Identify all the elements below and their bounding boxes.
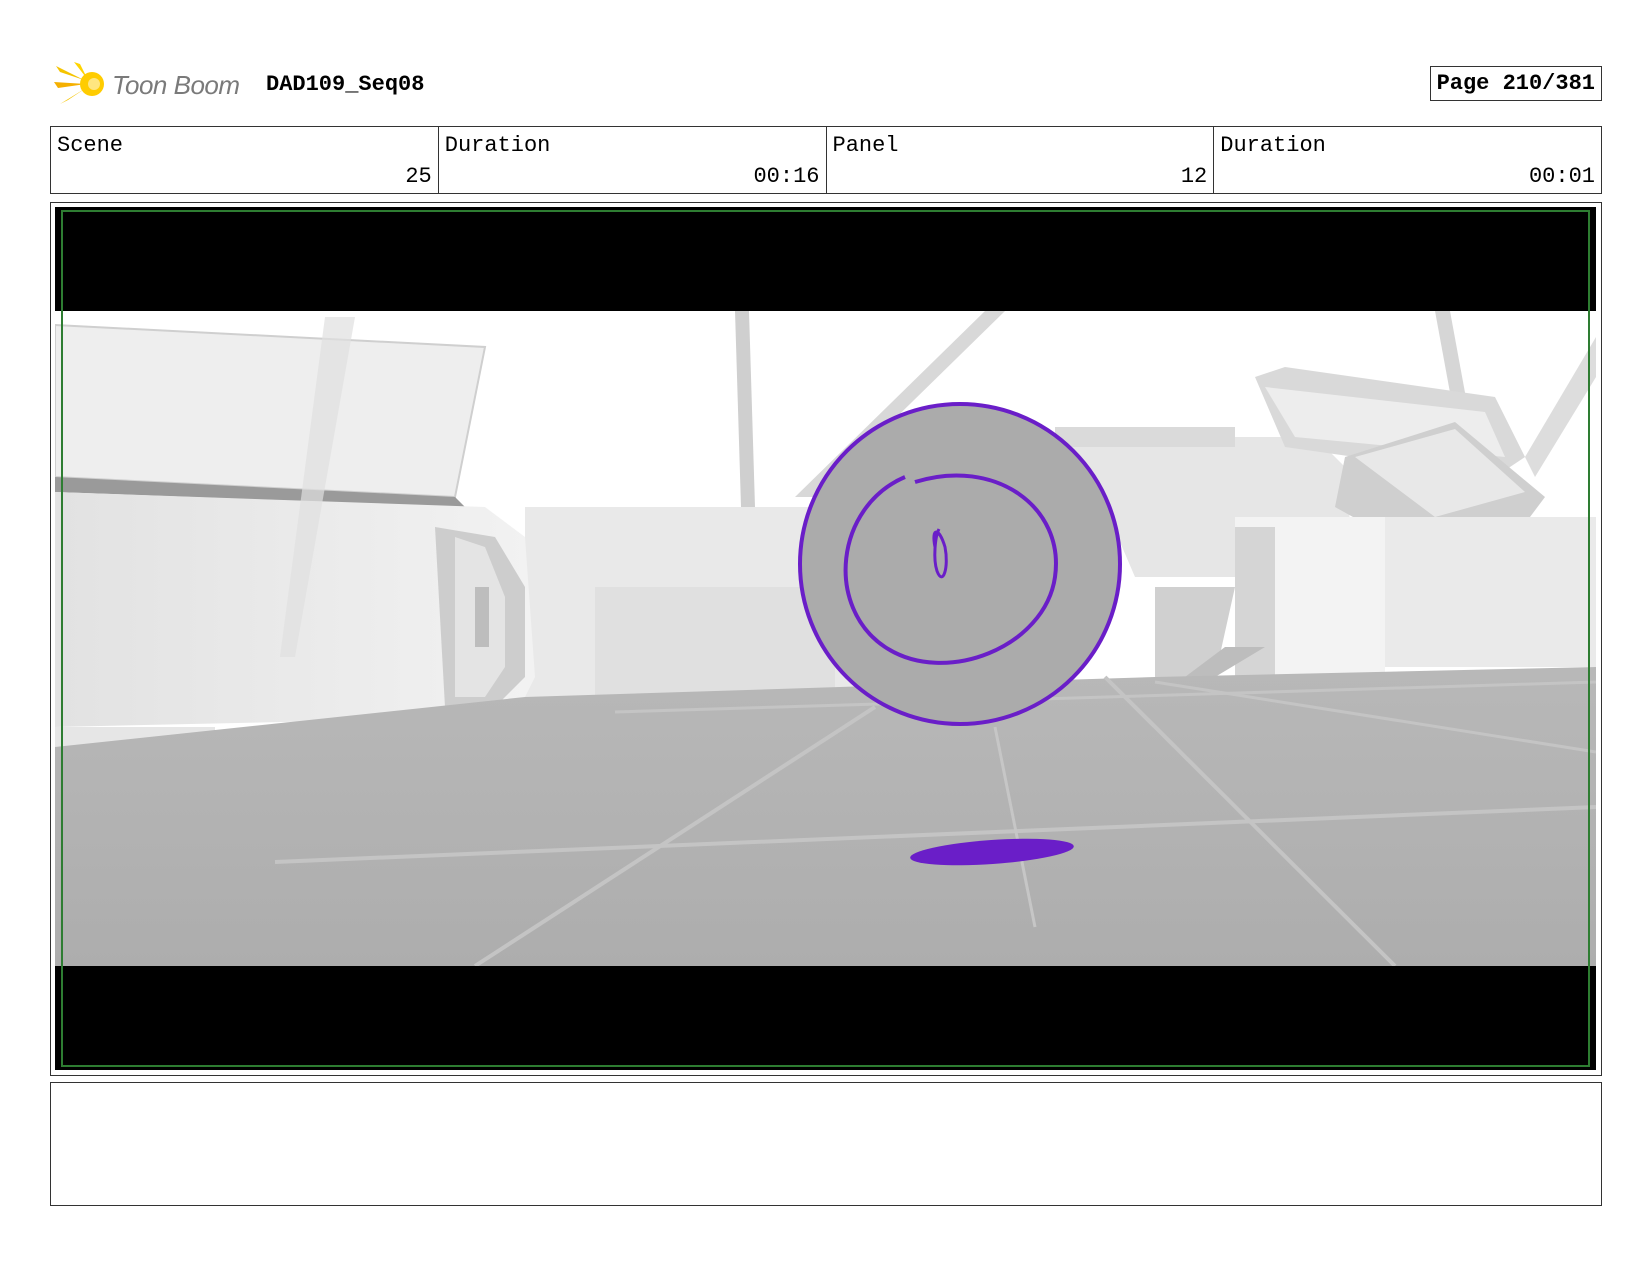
toon-boom-logo: Toon Boom <box>54 60 254 110</box>
scene-value: 25 <box>405 164 432 189</box>
letterbox-top <box>55 207 1596 311</box>
sketched-ball <box>798 402 1122 726</box>
project-title: DAD109_Seq08 <box>266 72 425 97</box>
storyboard-panel <box>50 202 1602 1076</box>
scene-duration-label: Duration <box>444 133 551 158</box>
panel-duration-label: Duration <box>1220 133 1326 158</box>
page-number: Page 210/381 <box>1429 66 1602 101</box>
logo-text: Toon Boom <box>112 70 240 100</box>
starburst-icon <box>54 62 104 104</box>
panel-notes[interactable] <box>50 1082 1602 1206</box>
scene-cell: Scene 25 <box>51 127 438 193</box>
panel-value: 12 <box>1180 164 1208 189</box>
scene-info-table: Scene 25 Duration 00:16 Panel 12 Duratio… <box>50 126 1602 194</box>
page-header: Toon Boom DAD109_Seq08 Page 210/381 <box>50 58 1602 114</box>
panel-label: Panel <box>832 133 899 158</box>
panel-drawing <box>55 207 1596 1070</box>
letterbox-bottom <box>55 966 1596 1070</box>
panel-duration-value: 00:01 <box>1528 164 1595 189</box>
left-block <box>55 317 535 755</box>
scene-duration-cell: Duration 00:16 <box>437 127 826 193</box>
scene-duration-value: 00:16 <box>753 164 820 189</box>
panel-cell: Panel 12 <box>825 127 1214 193</box>
scene-label: Scene <box>57 133 124 158</box>
panel-duration-cell: Duration 00:01 <box>1213 127 1601 193</box>
